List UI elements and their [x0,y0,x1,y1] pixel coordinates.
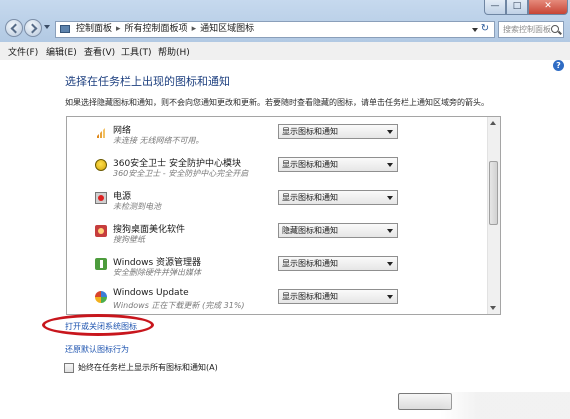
item-name: Windows Update [113,288,189,298]
breadcrumb-item-all-items[interactable]: 所有控制面板项 [125,24,188,34]
breadcrumb: 控制面板 ▸ 所有控制面板项 ▸ 通知区域图标 [76,22,254,37]
behavior-value: 隐藏图标和通知 [282,226,338,235]
page-description: 如果选择隐藏图标和通知，则不会向您通知更改和更新。若要随时查看隐藏的图标，请单击… [65,98,489,107]
minimize-button[interactable]: — [484,0,506,15]
chevron-down-icon [387,229,393,233]
chevron-down-icon [387,295,393,299]
back-button[interactable] [5,19,23,37]
behavior-value: 显示图标和通知 [282,127,338,136]
item-status: 安全删除硬件并弹出媒体 [113,268,201,277]
scrollbar-thumb[interactable] [489,161,498,225]
vertical-scrollbar[interactable] [487,117,500,314]
list-item: 网络 未连接 无线网络不可用。 显示图标和通知 [95,123,475,153]
windows-update-icon [95,291,107,303]
item-status: 360安全卫士 - 安全防护中心完全开启 [113,169,249,178]
menu-tools[interactable]: 工具(T) [121,45,152,58]
breadcrumb-item-notification-icons[interactable]: 通知区域图标 [200,24,254,34]
item-status: Windows 正在下载更新 (完成 31%) [113,301,245,310]
address-bar[interactable]: 控制面板 ▸ 所有控制面板项 ▸ 通知区域图标 [55,21,495,38]
menu-edit[interactable]: 编辑(E) [46,45,77,58]
behavior-value: 显示图标和通知 [282,160,338,169]
recent-pages-dropdown-icon[interactable] [44,25,50,29]
chevron-down-icon [387,262,393,266]
behavior-value: 显示图标和通知 [282,193,338,202]
notification-icons-list[interactable]: 网络 未连接 无线网络不可用。 显示图标和通知 360安全卫士 安全防护中心模块… [66,116,501,315]
behavior-value: 显示图标和通知 [282,259,338,268]
menu-file[interactable]: 文件(F) [8,45,38,58]
restore-defaults-link[interactable]: 还原默认图标行为 [65,344,129,355]
search-icon [551,25,559,33]
breadcrumb-item-control-panel[interactable]: 控制面板 [76,24,112,34]
scroll-up-icon[interactable] [490,121,496,125]
scroll-down-icon[interactable] [490,306,496,310]
network-icon [95,126,107,138]
chevron-down-icon [387,196,393,200]
refresh-button[interactable]: ↻ [477,22,493,36]
highlight-oval [42,314,154,336]
item-status: 未检测到电池 [113,202,161,211]
behavior-select[interactable]: 显示图标和通知 [278,157,398,172]
list-item: Windows 资源管理器 安全删除硬件并弹出媒体 显示图标和通知 [95,255,475,285]
watermark-overlay [440,392,570,419]
close-button[interactable]: ✕ [528,0,568,15]
menu-bar: 文件(F) 编辑(E) 查看(V) 工具(T) 帮助(H) [0,42,570,61]
help-icon[interactable]: ? [553,60,564,71]
breadcrumb-separator-icon[interactable]: ▸ [192,24,197,34]
behavior-select[interactable]: 显示图标和通知 [278,190,398,205]
search-input[interactable]: 搜索控制面板 [498,21,564,38]
control-panel-icon [60,25,70,33]
always-show-checkbox[interactable] [64,363,74,373]
sogou-skin-icon [95,225,107,237]
list-item: 360安全卫士 安全防护中心模块 360安全卫士 - 安全防护中心完全开启 显示… [95,156,475,186]
page-title: 选择在任务栏上出现的图标和通知 [65,75,230,88]
forward-button[interactable] [24,19,42,37]
behavior-select[interactable]: 显示图标和通知 [278,124,398,139]
behavior-value: 显示图标和通知 [282,292,338,301]
list-item: 电源 未检测到电池 显示图标和通知 [95,189,475,219]
item-status: 未连接 无线网络不可用。 [113,136,204,145]
menu-view[interactable]: 查看(V) [84,45,115,58]
explorer-icon [95,258,107,270]
search-placeholder: 搜索控制面板 [503,25,551,34]
behavior-select[interactable]: 显示图标和通知 [278,256,398,271]
behavior-select[interactable]: 显示图标和通知 [278,289,398,304]
breadcrumb-separator-icon[interactable]: ▸ [116,24,121,34]
list-item: Windows Update Windows 正在下载更新 (完成 31%) 显… [95,288,475,314]
item-status: 搜狗壁纸 [113,235,145,244]
menu-help[interactable]: 帮助(H) [158,45,190,58]
chevron-down-icon [387,163,393,167]
list-item: 搜狗桌面美化软件 搜狗壁纸 隐藏图标和通知 [95,222,475,252]
behavior-select[interactable]: 隐藏图标和通知 [278,223,398,238]
power-icon [95,192,107,204]
always-show-label: 始终在任务栏上显示所有图标和通知(A) [78,363,218,372]
title-bar: 控制面板 ▸ 所有控制面板项 ▸ 通知区域图标 ↻ 搜索控制面板 — □ ✕ [0,0,570,42]
chevron-down-icon [387,130,393,134]
360-security-icon [95,159,107,171]
window-controls: — □ ✕ [484,0,568,15]
maximize-button[interactable]: □ [506,0,528,15]
